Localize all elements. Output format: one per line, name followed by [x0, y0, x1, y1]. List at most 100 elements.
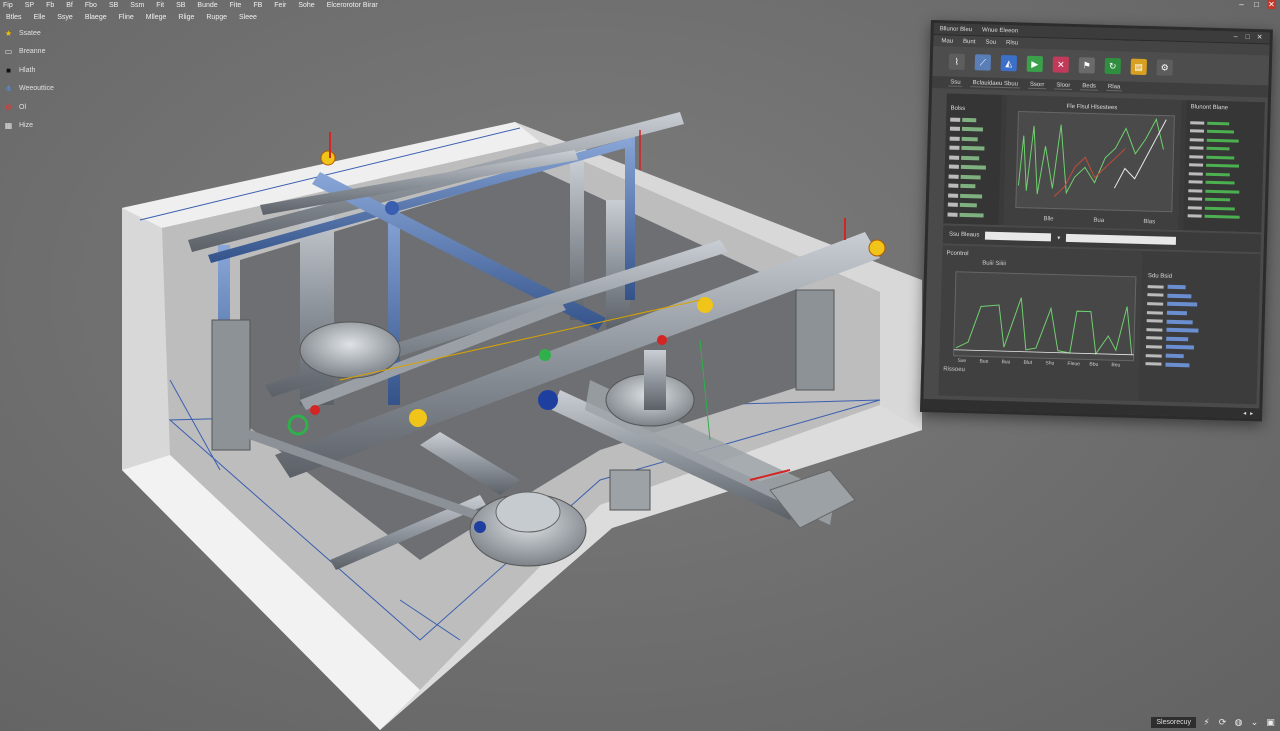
menu-item-0[interactable]: Fip	[3, 2, 13, 9]
menu-item-9[interactable]: Bunde	[197, 2, 217, 9]
panel-status-icon[interactable]: ◂	[1243, 409, 1246, 416]
report-icon[interactable]: ▤	[1130, 58, 1147, 76]
menu-item-3[interactable]: Bf	[66, 2, 73, 9]
tool-1[interactable]: ▭ Breanne	[3, 43, 54, 62]
menu-item-2[interactable]: Fb	[46, 2, 54, 9]
menu-item-5[interactable]: SB	[109, 2, 118, 9]
menu-bar: Fip SP Fb Bf Fbo SB Ssm Fit SB Bunde Fite FB Feir Soh…	[0, 0, 1280, 10]
secondary-menu-item-1[interactable]: Elle	[34, 14, 46, 21]
search-input[interactable]	[1066, 233, 1177, 245]
menu-item-4[interactable]: Fbo	[85, 2, 97, 9]
globe-icon[interactable]: ◍	[1233, 717, 1244, 728]
minimize-icon[interactable]: –	[1237, 0, 1246, 9]
menu-item-8[interactable]: SB	[176, 2, 185, 9]
panel-menu-item-0[interactable]: Mau	[941, 38, 953, 44]
panel-menu-item-2[interactable]: Sou	[985, 39, 996, 45]
status-row[interactable]	[1187, 212, 1258, 222]
panel-menu-item-1[interactable]: Bunt	[963, 38, 976, 44]
chevron-down-icon[interactable]: ⌄	[1249, 717, 1260, 728]
menu-item-7[interactable]: Fit	[156, 2, 164, 9]
chart-line-icon[interactable]: ⌇	[948, 53, 966, 70]
secondary-menu-item-6[interactable]: Rlige	[178, 14, 194, 21]
panel-tab-2[interactable]: Ssorr	[1027, 81, 1047, 89]
secondary-menu-item-4[interactable]: Fline	[119, 14, 134, 21]
chart2-x-label-7: Beu	[1111, 362, 1120, 368]
panel-close-icon[interactable]: ✕	[1256, 34, 1264, 42]
maximize-icon[interactable]: □	[1252, 0, 1261, 9]
chart1-title: Fle Flsul Hlsestees	[1067, 104, 1118, 111]
status-list-header: Blunont Blane	[1190, 104, 1229, 112]
chart2-x-label-3: Blut	[1023, 360, 1032, 366]
secondary-menu-bar: Btles Elle Ssye Blaege Fline Mllege Rlige Rupge…	[0, 12, 1280, 22]
close-icon[interactable]: ✕	[1267, 0, 1276, 9]
panel-tab-3[interactable]: Sloor	[1054, 81, 1073, 90]
filter-label: Ssu Bleaus	[948, 231, 980, 239]
menu-item-12[interactable]: Feir	[274, 2, 286, 9]
flag-icon[interactable]: ⚑	[1078, 57, 1096, 74]
chart2-x-label-5: Fleue	[1067, 361, 1080, 367]
trend-chart-lower[interactable]: Pcontrol Buiii Siiiii Sxe Bue Buu Blut Shu Fl…	[938, 245, 1143, 401]
variable-row[interactable]	[947, 210, 994, 221]
filter-icon[interactable]: ▾	[1057, 234, 1060, 241]
tool-label: Hize	[19, 122, 34, 130]
grid-icon: ▦	[4, 121, 13, 131]
tool-0[interactable]: ★ Ssatee	[3, 24, 54, 43]
status-bar: Slesorecuy ⚡ ⟳ ◍ ⌄ ▣	[1151, 715, 1276, 729]
panel-tab-0[interactable]: Ssu	[948, 79, 963, 87]
settings-icon[interactable]: ⚙	[1156, 59, 1173, 76]
tool-3[interactable]: ⋔ Weeouttice	[3, 80, 54, 99]
panel-tab-4[interactable]: Beds	[1080, 82, 1099, 91]
panel-lower-section: Pcontrol Buiii Siiiii Sxe Bue Buu Blut Shu Fl…	[938, 245, 1261, 405]
panel-tab-1[interactable]: Bclauidaeu Sbuu	[970, 79, 1021, 89]
secondary-menu-item-7[interactable]: Rupge	[206, 14, 227, 21]
tool-label: Hlath	[19, 66, 36, 74]
tag-row[interactable]	[1145, 359, 1253, 371]
menu-item-6[interactable]: Ssm	[130, 2, 144, 9]
network-icon: ⋔	[5, 84, 12, 94]
refresh-icon[interactable]: ↻	[1104, 57, 1122, 75]
tool-5[interactable]: ▦ Hize	[3, 117, 54, 136]
tool-label: Breanne	[19, 48, 46, 56]
panel-tab-5[interactable]: Rlaa	[1105, 83, 1123, 91]
layout-icon[interactable]: ▣	[1265, 717, 1276, 728]
tag-list: Sdu Bsid	[1141, 269, 1260, 392]
secondary-menu-item-8[interactable]: Sleee	[239, 14, 257, 21]
panel-status-icon-2[interactable]: ▸	[1250, 410, 1253, 417]
stop-icon[interactable]: ✕	[1052, 56, 1070, 73]
variable-list: Bolss	[943, 93, 1002, 225]
secondary-menu-item-0[interactable]: Btles	[6, 14, 22, 21]
connection-icon[interactable]: ⚡	[1201, 717, 1212, 728]
secondary-menu-item-3[interactable]: Blaege	[85, 14, 107, 21]
chart1-x-label-0: Blle	[1043, 216, 1054, 222]
chart2-x-label-0: Sxe	[957, 358, 966, 364]
play-icon[interactable]: ▶	[1026, 55, 1044, 73]
panel-menu-item-3[interactable]: Rlsu	[1006, 40, 1018, 46]
pump-housing-left	[211, 319, 251, 451]
trend-icon[interactable]: ⟋	[974, 54, 992, 71]
menu-item-11[interactable]: FB	[253, 2, 262, 9]
chart2-x-label-6: Bbu	[1089, 362, 1098, 368]
lower-subheader: Buiii Siiiii	[982, 261, 1006, 268]
panel-minimize-icon[interactable]: –	[1232, 33, 1240, 41]
trend-chart-upper[interactable]: Fle Flsul Hlsestees Blle Bua Blas	[1003, 95, 1182, 230]
panel-upper-section: Bolss Fle Flsul Hlsestees Blle Bua Blas …	[943, 93, 1265, 233]
pump-housing-right	[795, 289, 835, 391]
secondary-menu-item-2[interactable]: Ssye	[57, 14, 73, 21]
tool-2[interactable]: ■ Hlath	[3, 61, 54, 80]
menu-item-10[interactable]: Fite	[230, 2, 242, 9]
panel-title-extra: Wnue Eleeon	[982, 26, 1019, 34]
secondary-menu-item-5[interactable]: Mllege	[146, 14, 167, 21]
area-chart-icon[interactable]: ◭	[1000, 54, 1018, 72]
status-label[interactable]: Slesorecuy	[1151, 716, 1196, 728]
monitoring-panel[interactable]: Bllunor Bleu Wnue Eleeon – □ ✕ Mau Bunt So…	[920, 20, 1273, 422]
sync-icon[interactable]: ⟳	[1217, 717, 1228, 728]
filter-input[interactable]	[985, 231, 1052, 242]
tool-label: Ol	[19, 103, 26, 111]
lower-header: Pcontrol	[946, 251, 968, 258]
tool-4[interactable]: ⚙ Ol	[3, 98, 54, 117]
tool-label: Weeouttice	[19, 85, 54, 93]
menu-item-1[interactable]: SP	[25, 2, 34, 9]
menu-item-13[interactable]: Sohe	[298, 2, 314, 9]
menu-item-14[interactable]: Elcerorotor Birar	[327, 2, 378, 9]
panel-maximize-icon[interactable]: □	[1244, 33, 1252, 41]
